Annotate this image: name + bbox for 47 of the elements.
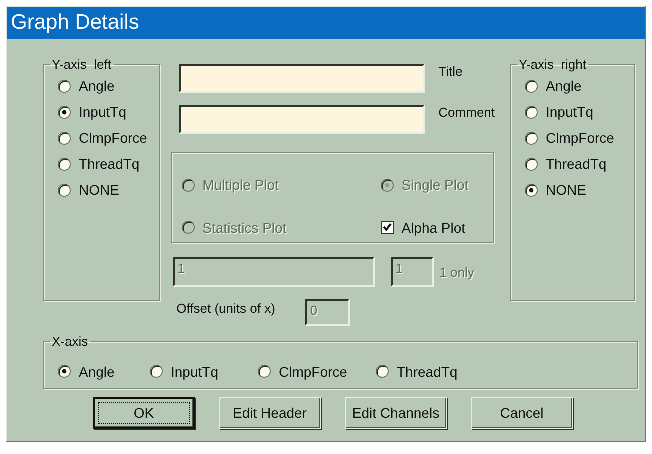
radio-button[interactable] bbox=[58, 365, 71, 378]
checkbox[interactable] bbox=[380, 221, 394, 234]
option-label: ClmpForce bbox=[279, 364, 348, 380]
radio-button[interactable] bbox=[58, 106, 71, 118]
radio-button[interactable] bbox=[150, 365, 163, 378]
dialog-button[interactable]: OK bbox=[93, 397, 195, 429]
option-label: Angle bbox=[79, 78, 115, 94]
text-field[interactable] bbox=[178, 64, 425, 93]
dialog-button[interactable]: Edit Channels bbox=[345, 397, 447, 429]
option-label: Angle bbox=[546, 78, 582, 94]
radio-button[interactable] bbox=[525, 158, 538, 170]
radio-button[interactable] bbox=[525, 132, 538, 144]
option-label: ThreadTq bbox=[397, 364, 458, 380]
dialog-button[interactable]: Cancel bbox=[471, 397, 573, 429]
radio-button[interactable] bbox=[58, 80, 71, 92]
radio-button[interactable] bbox=[58, 184, 71, 196]
radio-button[interactable] bbox=[58, 158, 71, 170]
field-label: Title bbox=[438, 64, 463, 79]
group-label: X-axis bbox=[51, 334, 90, 349]
option-label: Single Plot bbox=[402, 177, 469, 194]
radio-button[interactable] bbox=[525, 106, 538, 118]
option-label: InputTq bbox=[79, 104, 126, 120]
range-note: 1 only bbox=[440, 265, 474, 282]
field-label: Comment bbox=[438, 105, 496, 120]
option-label: ThreadTq bbox=[79, 156, 140, 172]
option-label: NONE bbox=[546, 182, 586, 198]
option-label: Alpha Plot bbox=[402, 220, 466, 236]
radio-button[interactable] bbox=[525, 80, 538, 92]
option-label: Multiple Plot bbox=[202, 177, 279, 194]
option-label: ThreadTq bbox=[546, 156, 607, 172]
option-label: Angle bbox=[79, 364, 115, 380]
option-label: InputTq bbox=[546, 104, 594, 120]
window-title: Graph Details bbox=[7, 7, 645, 39]
option-label: Statistics Plot bbox=[202, 220, 287, 236]
text-field[interactable] bbox=[178, 105, 425, 134]
option-label: ClmpForce bbox=[79, 130, 148, 146]
radio-button[interactable] bbox=[525, 184, 538, 196]
radio-button[interactable] bbox=[258, 365, 271, 378]
option-label: ClmpForce bbox=[546, 130, 614, 146]
radio-button[interactable] bbox=[376, 365, 389, 378]
dialog-button[interactable]: Edit Header bbox=[219, 397, 321, 429]
group-label: Y-axis right bbox=[518, 57, 588, 72]
group-label: Y-axis left bbox=[51, 57, 112, 72]
option-label: InputTq bbox=[171, 364, 218, 380]
radio-button[interactable] bbox=[58, 132, 71, 144]
option-label: NONE bbox=[79, 182, 120, 198]
offset-label: Offset (units of x) bbox=[176, 301, 276, 316]
